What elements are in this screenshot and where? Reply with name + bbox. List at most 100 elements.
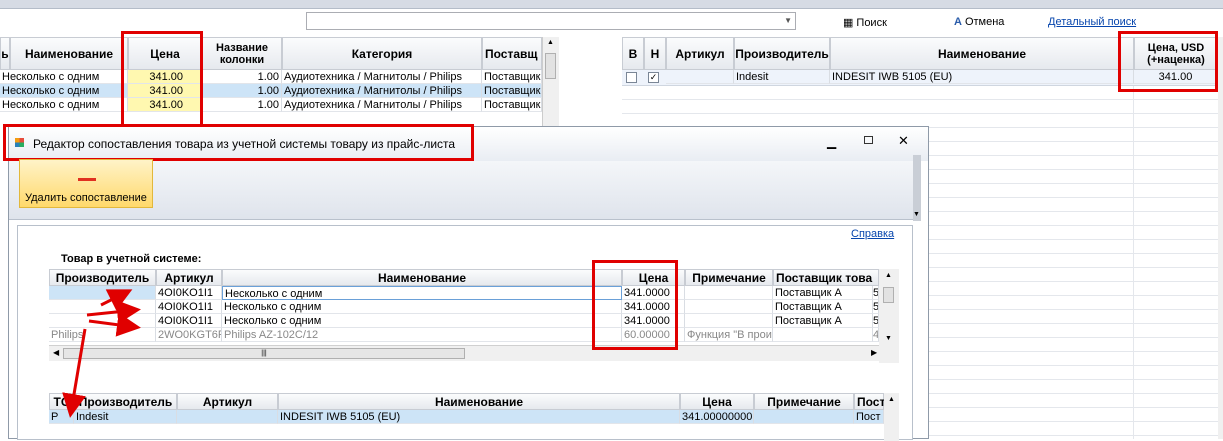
right-grid-divider — [1133, 86, 1134, 439]
delete-mapping-label: Удалить сопоставление — [25, 192, 147, 204]
cell-price: 341.0000 — [622, 286, 685, 300]
cancel-button[interactable]: A Отмена — [954, 16, 1004, 28]
cell-price: 341.0000 — [622, 314, 685, 328]
grid2-header-name[interactable]: Наименование — [278, 393, 680, 410]
table-row[interactable]: Несколько с одним 341.00 1.00 Аудиотехни… — [0, 84, 542, 98]
table-row[interactable]: P Indesit INDESIT IWB 5105 (EU) 341.0000… — [49, 410, 884, 424]
cell-price: 341.00 — [128, 84, 202, 98]
grid1-header-price[interactable]: Цена — [622, 269, 685, 286]
cell-category: Аудиотехника / Магнитолы / Philips — [282, 98, 482, 112]
grid2-header-article[interactable]: Артикул — [177, 393, 278, 410]
minus-icon — [78, 178, 96, 181]
right-grid-header-v[interactable]: В — [622, 37, 644, 70]
dialog-titlebar[interactable]: Редактор сопоставления товара из учетной… — [9, 127, 928, 161]
table-row[interactable]: Philips 2WO0KGT6F Philips AZ-102C/12 60.… — [49, 328, 879, 342]
grid1-hscrollbar[interactable]: ◀ ||| ▶ — [49, 345, 879, 361]
cell-name: Несколько с одним — [222, 300, 622, 314]
table-row[interactable]: 4OI0KO1I1 Несколько с одним 341.0000 Пос… — [49, 286, 879, 300]
cell-name: Несколько с одним — [0, 98, 128, 112]
scrollbar-thumb[interactable] — [883, 287, 894, 303]
cancel-icon: A — [954, 16, 962, 28]
cell-column: 1.00 — [202, 84, 282, 98]
cell-name: Несколько с одним — [222, 314, 622, 328]
cell-extra: 4 — [873, 328, 879, 342]
grid1-header-note[interactable]: Примечание — [685, 269, 773, 286]
top-strip — [0, 0, 1223, 9]
left-grid-header-category[interactable]: Категория — [282, 37, 482, 70]
minimize-icon[interactable]: ▁ — [827, 135, 836, 149]
grid2-scrollbar[interactable]: ▲ — [884, 393, 899, 441]
scroll-up-icon[interactable]: ▲ — [547, 39, 554, 46]
cell-name: Philips AZ-102C/12 — [222, 328, 622, 342]
cell-name[interactable]: Несколько с одним — [222, 286, 622, 300]
left-grid-header-cut[interactable]: ь — [0, 37, 10, 70]
search-combobox[interactable]: ▼ — [306, 12, 796, 30]
cell-price: 341.00 — [128, 70, 202, 84]
cell-name: Несколько с одним — [0, 70, 128, 84]
table-row[interactable]: 4OI0KO1I1 Несколько с одним 341.0000 Пос… — [49, 314, 879, 328]
arrow-3 — [88, 312, 141, 337]
cell-name: INDESIT IWB 5105 (EU) — [830, 70, 1134, 84]
scrollbar-thumb[interactable] — [545, 53, 556, 79]
accounting-grid: Производитель Артикул Наименование Цена … — [49, 269, 899, 363]
grid1-scrollbar[interactable]: ▲ ▼ — [879, 269, 899, 363]
search-button[interactable]: ▦ Поиск — [843, 16, 887, 30]
cell-extra: 5 — [873, 286, 879, 300]
close-icon[interactable]: ✕ — [898, 133, 909, 149]
cell-supplier: Поставщик — [482, 98, 542, 112]
right-grid-header-maker[interactable]: Производитель — [734, 37, 830, 70]
mapping-editor-dialog: Редактор сопоставления товара из учетной… — [3, 124, 929, 441]
cell-supplier: Поставщик — [482, 84, 542, 98]
dialog-title: Редактор сопоставления товара из учетной… — [33, 137, 456, 151]
cell-supplier — [773, 328, 873, 342]
grid1-header-supplier[interactable]: Поставщик това — [773, 269, 879, 286]
arrow-4 — [62, 328, 87, 418]
app-icon — [15, 138, 24, 147]
left-grid-header-supplier[interactable]: Поставщ — [482, 37, 542, 70]
table-row[interactable]: 4OI0KO1I1 Несколько с одним 341.0000 Пос… — [49, 300, 879, 314]
right-grid-header-name[interactable]: Наименование — [830, 37, 1134, 70]
detailed-search-link[interactable]: Детальный поиск — [1048, 16, 1136, 28]
left-grid-scrollbar[interactable]: ▲ — [542, 37, 559, 127]
table-row[interactable]: ✓ Indesit INDESIT IWB 5105 (EU) 341.00 — [622, 70, 1218, 86]
scroll-up-icon[interactable]: ▲ — [885, 272, 892, 279]
scroll-down-icon[interactable]: ▼ — [885, 335, 892, 342]
chevron-down-icon[interactable]: ▼ — [784, 16, 792, 25]
right-grid-header-n[interactable]: Н — [644, 37, 666, 70]
delete-mapping-button[interactable]: Удалить сопоставление — [19, 159, 153, 208]
cell-category: Аудиотехника / Магнитолы / Philips — [282, 84, 482, 98]
right-grid-header-price[interactable]: Цена, USD (+наценка) — [1134, 37, 1218, 70]
cell-note — [685, 314, 773, 328]
cell-extra: 5 — [873, 300, 879, 314]
cell-note: Функция "В произво — [685, 328, 773, 342]
scroll-up-icon[interactable]: ▲ — [888, 396, 895, 403]
annotation-arrows — [62, 289, 141, 418]
cell-column: 1.00 — [202, 70, 282, 84]
cell-price: 341.00 — [1134, 70, 1218, 84]
checkbox-v[interactable] — [626, 72, 637, 83]
cell-note — [754, 410, 854, 424]
cell-price: 341.0000 — [622, 300, 685, 314]
cell-article — [177, 410, 278, 424]
cell-supplier: Поставщик A — [773, 300, 873, 314]
left-grid-header-column[interactable]: Название колонки — [202, 37, 282, 70]
cell-name: INDESIT IWB 5105 (EU) — [278, 410, 680, 424]
checkbox-n[interactable]: ✓ — [648, 72, 659, 83]
help-link[interactable]: Справка — [851, 228, 894, 240]
left-grid-header-price[interactable]: Цена — [128, 37, 202, 70]
left-grid-header-name[interactable]: Наименование — [10, 37, 128, 70]
grid2-header-note[interactable]: Примечание — [754, 393, 854, 410]
cell-maker: Indesit — [734, 70, 830, 84]
grid1-header-name[interactable]: Наименование — [222, 269, 622, 286]
grid2-header-supplier[interactable]: Пост — [854, 393, 885, 410]
cell-supplier: Поставщик A — [773, 286, 873, 300]
maximize-icon[interactable] — [864, 136, 873, 144]
cell-note — [685, 300, 773, 314]
right-grid-header-article[interactable]: Артикул — [666, 37, 734, 70]
grid2-header-price[interactable]: Цена — [680, 393, 754, 410]
cell-article — [666, 70, 734, 84]
left-grid: ь Наименование Цена Название колонки Кат… — [0, 37, 559, 127]
scroll-right-icon[interactable]: ▶ — [871, 348, 877, 357]
ribbon-expand-icon[interactable]: ▼ — [913, 211, 920, 218]
ribbon-scroll[interactable]: ▼ — [913, 155, 921, 221]
